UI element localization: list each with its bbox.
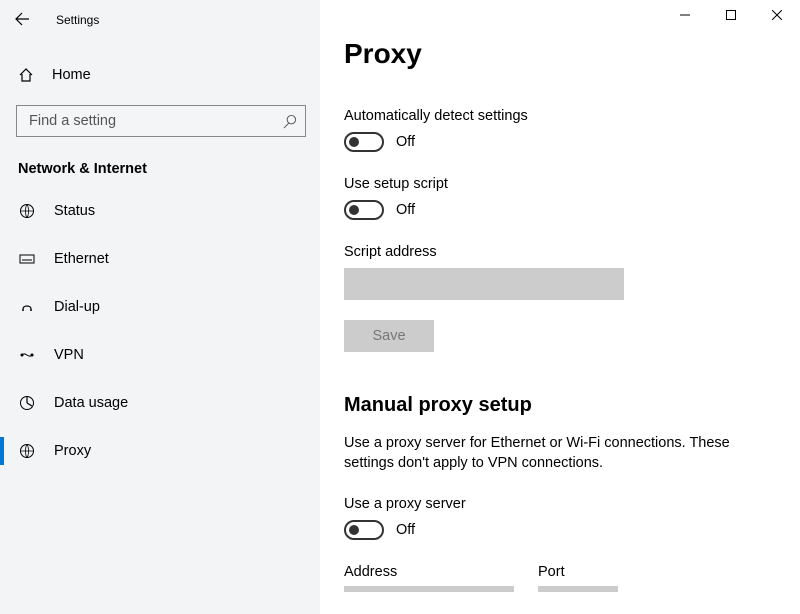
proxy-icon	[18, 442, 36, 460]
sidebar-item-proxy[interactable]: Proxy	[0, 427, 320, 475]
maximize-button[interactable]	[708, 0, 754, 30]
script-address-label: Script address	[344, 244, 774, 260]
page-title: Proxy	[344, 38, 780, 70]
save-button: Save	[344, 320, 434, 352]
sidebar-home[interactable]: Home	[0, 55, 320, 95]
address-input	[344, 586, 514, 592]
window-title: Settings	[56, 13, 99, 27]
back-button[interactable]	[12, 9, 32, 29]
dialup-icon	[18, 298, 36, 316]
setup-script-toggle[interactable]	[344, 200, 384, 220]
search-icon	[282, 114, 297, 129]
close-button[interactable]	[754, 0, 800, 30]
setup-script-state: Off	[396, 202, 415, 218]
close-icon	[772, 10, 782, 20]
sidebar-item-datausage[interactable]: Data usage	[0, 379, 320, 427]
vpn-icon	[18, 346, 36, 364]
sidebar-item-label: Proxy	[54, 443, 91, 459]
sidebar-item-label: VPN	[54, 347, 84, 363]
sidebar-item-vpn[interactable]: VPN	[0, 331, 320, 379]
search-input[interactable]	[27, 112, 282, 130]
manual-proxy-description: Use a proxy server for Ethernet or Wi-Fi…	[344, 433, 754, 474]
sidebar-item-label: Ethernet	[54, 251, 109, 267]
sidebar-item-label: Data usage	[54, 395, 128, 411]
ethernet-icon	[18, 250, 36, 268]
address-label: Address	[344, 564, 514, 580]
titlebar: Settings	[0, 0, 800, 32]
datausage-icon	[18, 394, 36, 412]
sidebar-item-label: Status	[54, 203, 95, 219]
sidebar-home-label: Home	[52, 67, 91, 83]
maximize-icon	[726, 10, 736, 20]
sidebar-category-header: Network & Internet	[0, 141, 320, 187]
sidebar-item-dialup[interactable]: Dial-up	[0, 283, 320, 331]
script-address-input	[344, 268, 624, 300]
auto-detect-toggle[interactable]	[344, 132, 384, 152]
minimize-button[interactable]	[662, 0, 708, 30]
port-label: Port	[538, 564, 618, 580]
use-proxy-toggle[interactable]	[344, 520, 384, 540]
status-icon	[18, 202, 36, 220]
sidebar-item-status[interactable]: Status	[0, 187, 320, 235]
auto-detect-state: Off	[396, 134, 415, 150]
main-content: Proxy Automatically detect settings Off …	[320, 0, 800, 614]
settings-scroll-area[interactable]: Automatically detect settings Off Use se…	[344, 108, 780, 602]
auto-detect-label: Automatically detect settings	[344, 108, 774, 124]
sidebar-item-ethernet[interactable]: Ethernet	[0, 235, 320, 283]
search-box[interactable]	[16, 105, 306, 137]
setup-script-label: Use setup script	[344, 176, 774, 192]
sidebar-item-label: Dial-up	[54, 299, 100, 315]
use-proxy-label: Use a proxy server	[344, 496, 774, 512]
minimize-icon	[680, 10, 690, 20]
port-input	[538, 586, 618, 592]
use-proxy-state: Off	[396, 522, 415, 538]
manual-proxy-header: Manual proxy setup	[344, 394, 774, 417]
settings-window: Settings Home	[0, 0, 800, 614]
back-arrow-icon	[14, 11, 30, 27]
sidebar: Home Network & Internet Status	[0, 0, 320, 614]
home-icon	[18, 67, 34, 83]
